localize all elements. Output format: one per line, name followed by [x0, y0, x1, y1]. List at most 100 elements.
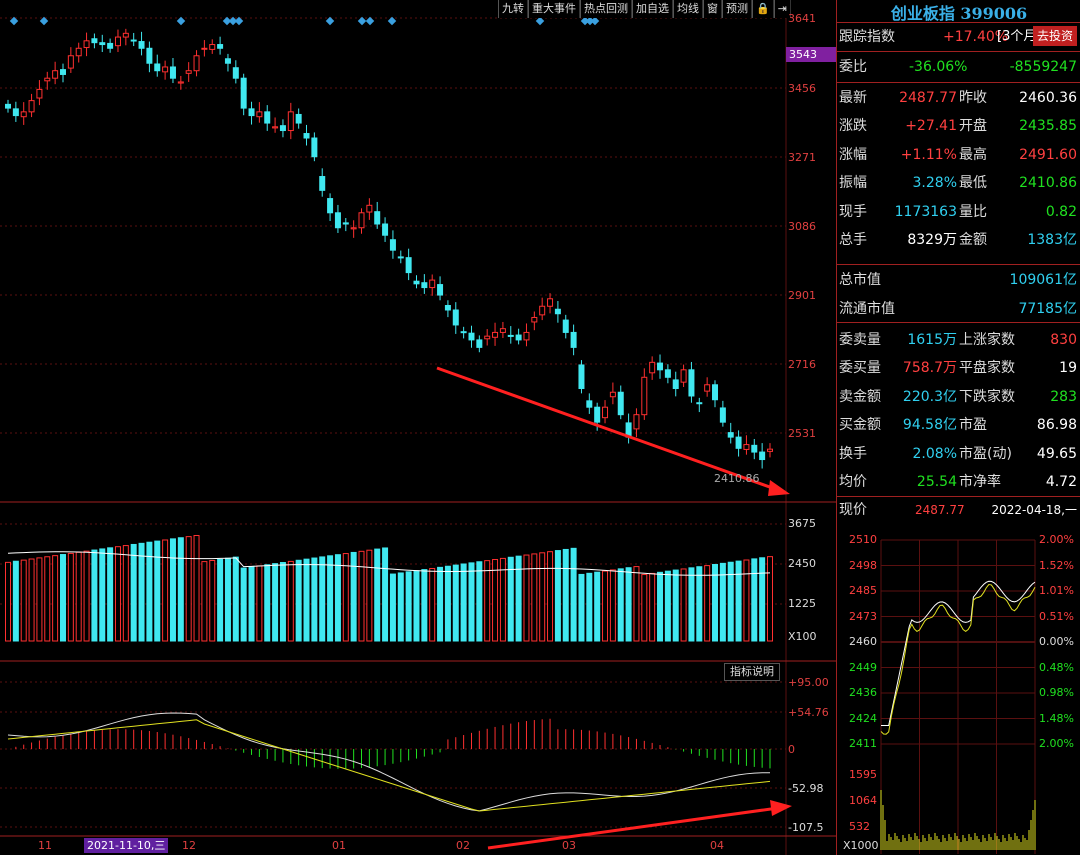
price-axis-label: 3641: [788, 12, 816, 25]
volume-bar: [421, 569, 428, 642]
candle-body: [272, 126, 279, 129]
candle-body: [279, 125, 286, 132]
candle-body: [154, 63, 161, 72]
toolbar-button[interactable]: 重大事件: [528, 0, 580, 18]
price-axis-label: 3271: [788, 151, 816, 164]
volume-bar: [311, 557, 318, 642]
candle-body: [217, 44, 224, 49]
candle-body: [99, 42, 106, 46]
mini-volume-label: 1595: [849, 768, 877, 781]
candle-body: [334, 212, 341, 229]
volume-bar: [279, 562, 286, 642]
candle-body: [240, 77, 247, 109]
quote-l1: 委买量: [839, 360, 881, 377]
candle-body: [169, 66, 176, 79]
volume-bar: [657, 571, 664, 642]
now-value: 2487.77: [915, 503, 965, 517]
volume-bar: [248, 566, 255, 642]
quote-l1: 涨幅: [839, 146, 867, 163]
volume-bar: [767, 556, 773, 642]
x-axis-label: 04: [710, 839, 724, 852]
candle-body: [688, 369, 695, 397]
volume-bar: [468, 562, 475, 642]
volume-bar: [578, 573, 585, 642]
volume-bar: [531, 553, 538, 642]
volume-bar: [162, 539, 169, 642]
volume-bar: [59, 554, 66, 642]
quote-l1: 总手: [839, 232, 867, 248]
volume-bar: [476, 561, 483, 642]
quote-l2: 市盈: [959, 417, 987, 434]
quote-row: 委卖量 1615万 上涨家数 830: [837, 326, 1080, 354]
candle-body: [609, 391, 616, 398]
quote-v1: 94.58亿: [902, 417, 957, 434]
macd-dea-line: [7, 719, 771, 812]
quote-l2: 金额: [959, 232, 987, 248]
volume-bar: [562, 548, 569, 642]
quote-l2: 昨收: [959, 90, 987, 106]
invest-button[interactable]: 去投资: [1032, 26, 1077, 46]
candle-body: [539, 305, 546, 316]
candle-body: [759, 451, 766, 461]
toolbar-button[interactable]: 均线: [673, 0, 703, 18]
kline-chart-area[interactable]: 九转 重大事件 热点回测 加自选 均线窗预测 🔒 ⇥ 3543 3641 3456 3271…: [0, 0, 837, 855]
candle-body: [264, 111, 271, 124]
weibi-label: 委比: [839, 59, 867, 75]
candle-body: [83, 40, 90, 49]
candle-body: [696, 402, 703, 405]
volume-bar: [413, 570, 420, 642]
trend-arrow: [487, 806, 779, 850]
toolbar-button[interactable]: 🔒: [752, 0, 774, 18]
event-marker-icon: [325, 16, 335, 26]
candle-body: [327, 198, 334, 214]
volume-bar: [609, 569, 616, 642]
candle-body: [413, 280, 420, 285]
quote-v2: 2491.60: [1019, 146, 1077, 163]
volume-bar: [44, 556, 51, 642]
volume-bar: [751, 558, 758, 642]
candle-body: [287, 111, 294, 132]
event-marker-icon: [176, 16, 186, 26]
toolbar-button[interactable]: 窗: [703, 0, 722, 18]
candle-body: [602, 406, 609, 419]
volume-bar: [177, 537, 184, 642]
toolbar-button[interactable]: 加自选: [632, 0, 673, 18]
candle-body: [295, 113, 302, 124]
quote-v1: +27.41: [905, 118, 957, 135]
candle-body: [366, 204, 373, 213]
toolbar-button[interactable]: 预测: [722, 0, 752, 18]
candle-body: [531, 316, 538, 323]
volume-bar: [547, 551, 554, 642]
quote-row: 卖金额 220.3亿 下跌家数 283: [837, 383, 1080, 411]
candle-body: [44, 77, 51, 82]
toolbar-button[interactable]: 热点回测: [580, 0, 632, 18]
candle-body: [67, 55, 74, 69]
cap-value: 109061亿: [1009, 272, 1077, 288]
volume-bar: [256, 565, 263, 642]
kline-chart-svg[interactable]: [0, 0, 836, 855]
quote-l2: 最低: [959, 175, 987, 192]
mini-price-label: 2510: [849, 533, 877, 546]
volume-bar: [366, 549, 373, 642]
toolbar-button[interactable]: 九转: [498, 0, 528, 18]
mini-price-label: 2449: [849, 660, 877, 674]
candle-body: [767, 448, 773, 452]
quote-l2: 最高: [959, 146, 987, 163]
volume-bar: [342, 553, 349, 642]
candle-body: [224, 58, 231, 64]
quote-v1: 8329万: [907, 232, 957, 248]
price-axis-label: 2716: [788, 358, 816, 371]
candle-body: [672, 379, 679, 390]
candle-body: [28, 100, 35, 113]
volume-bar: [594, 571, 601, 642]
volume-bar: [154, 540, 161, 642]
mini-pct-label: 1.01%: [1039, 584, 1074, 597]
volume-bar: [224, 557, 231, 642]
quote-panel: 创业板指 399006 跟踪指数 +17.40% [3个月] 去投资 委比 -3…: [836, 0, 1080, 855]
mini-pct-label: 0.98%: [1039, 686, 1074, 699]
quote-row: 买金额 94.58亿 市盈 86.98: [837, 411, 1080, 439]
indicator-explain-button[interactable]: 指标说明: [724, 663, 780, 681]
volume-bar: [672, 569, 679, 642]
volume-bar: [712, 563, 719, 642]
quote-v2: 2410.86: [1019, 175, 1077, 192]
